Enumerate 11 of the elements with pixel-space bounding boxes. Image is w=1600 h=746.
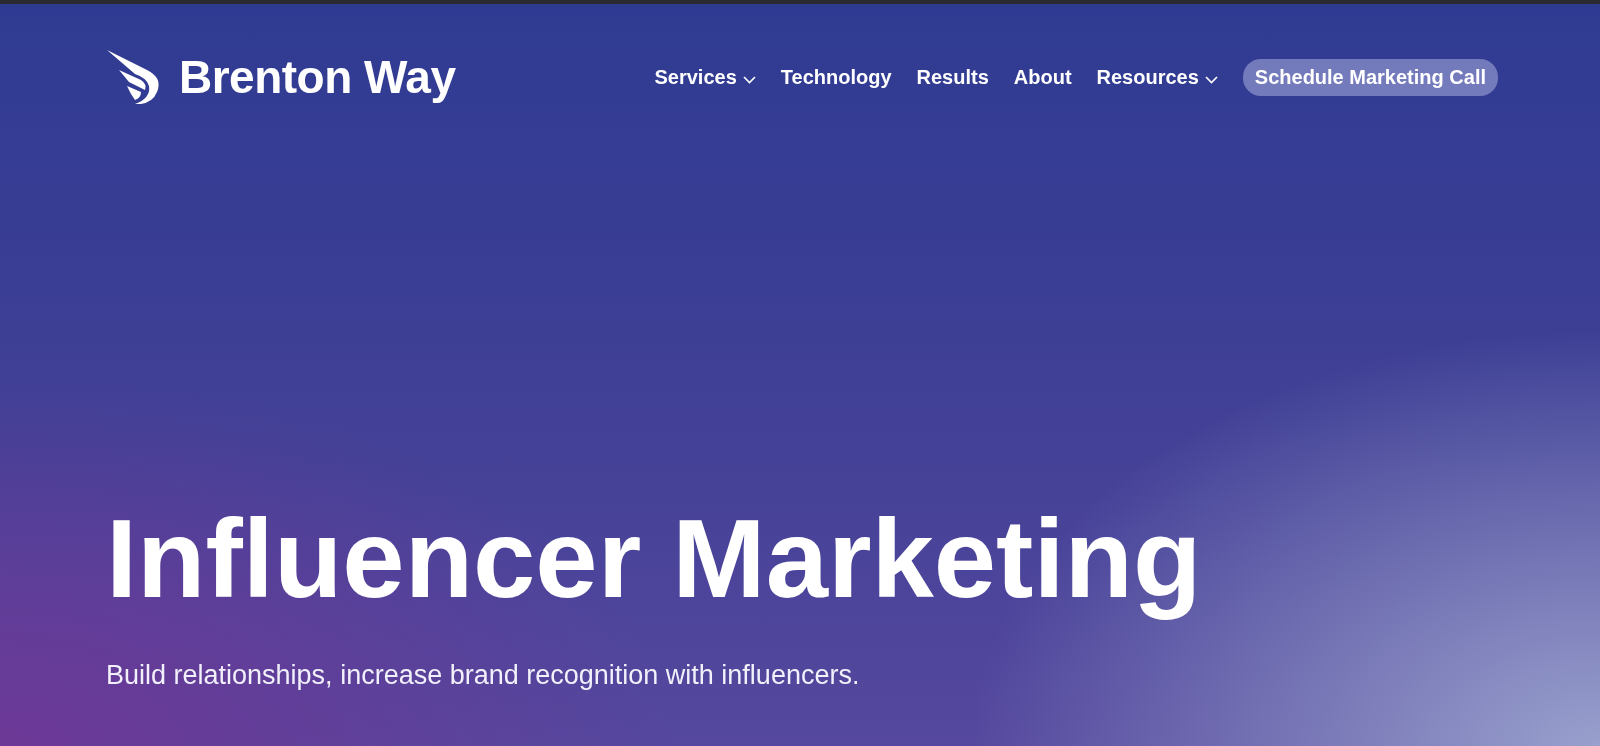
nav-link[interactable]: Results: [916, 65, 989, 89]
schedule-call-button[interactable]: Schedule Marketing Call: [1242, 58, 1498, 96]
nav-link[interactable]: Resources: [1096, 65, 1218, 89]
hero-title: Influencer Marketing: [106, 494, 1203, 623]
chevron-down-icon: [742, 75, 756, 84]
nav-link[interactable]: Technology: [780, 65, 892, 89]
logo-text[interactable]: Brenton Way: [179, 50, 456, 104]
nav-link[interactable]: About: [1013, 65, 1072, 89]
nav-link[interactable]: Services: [654, 65, 756, 89]
hero-subtitle: Build relationships, increase brand recognition with influencers.: [106, 660, 861, 691]
chevron-down-icon: [1204, 75, 1218, 84]
